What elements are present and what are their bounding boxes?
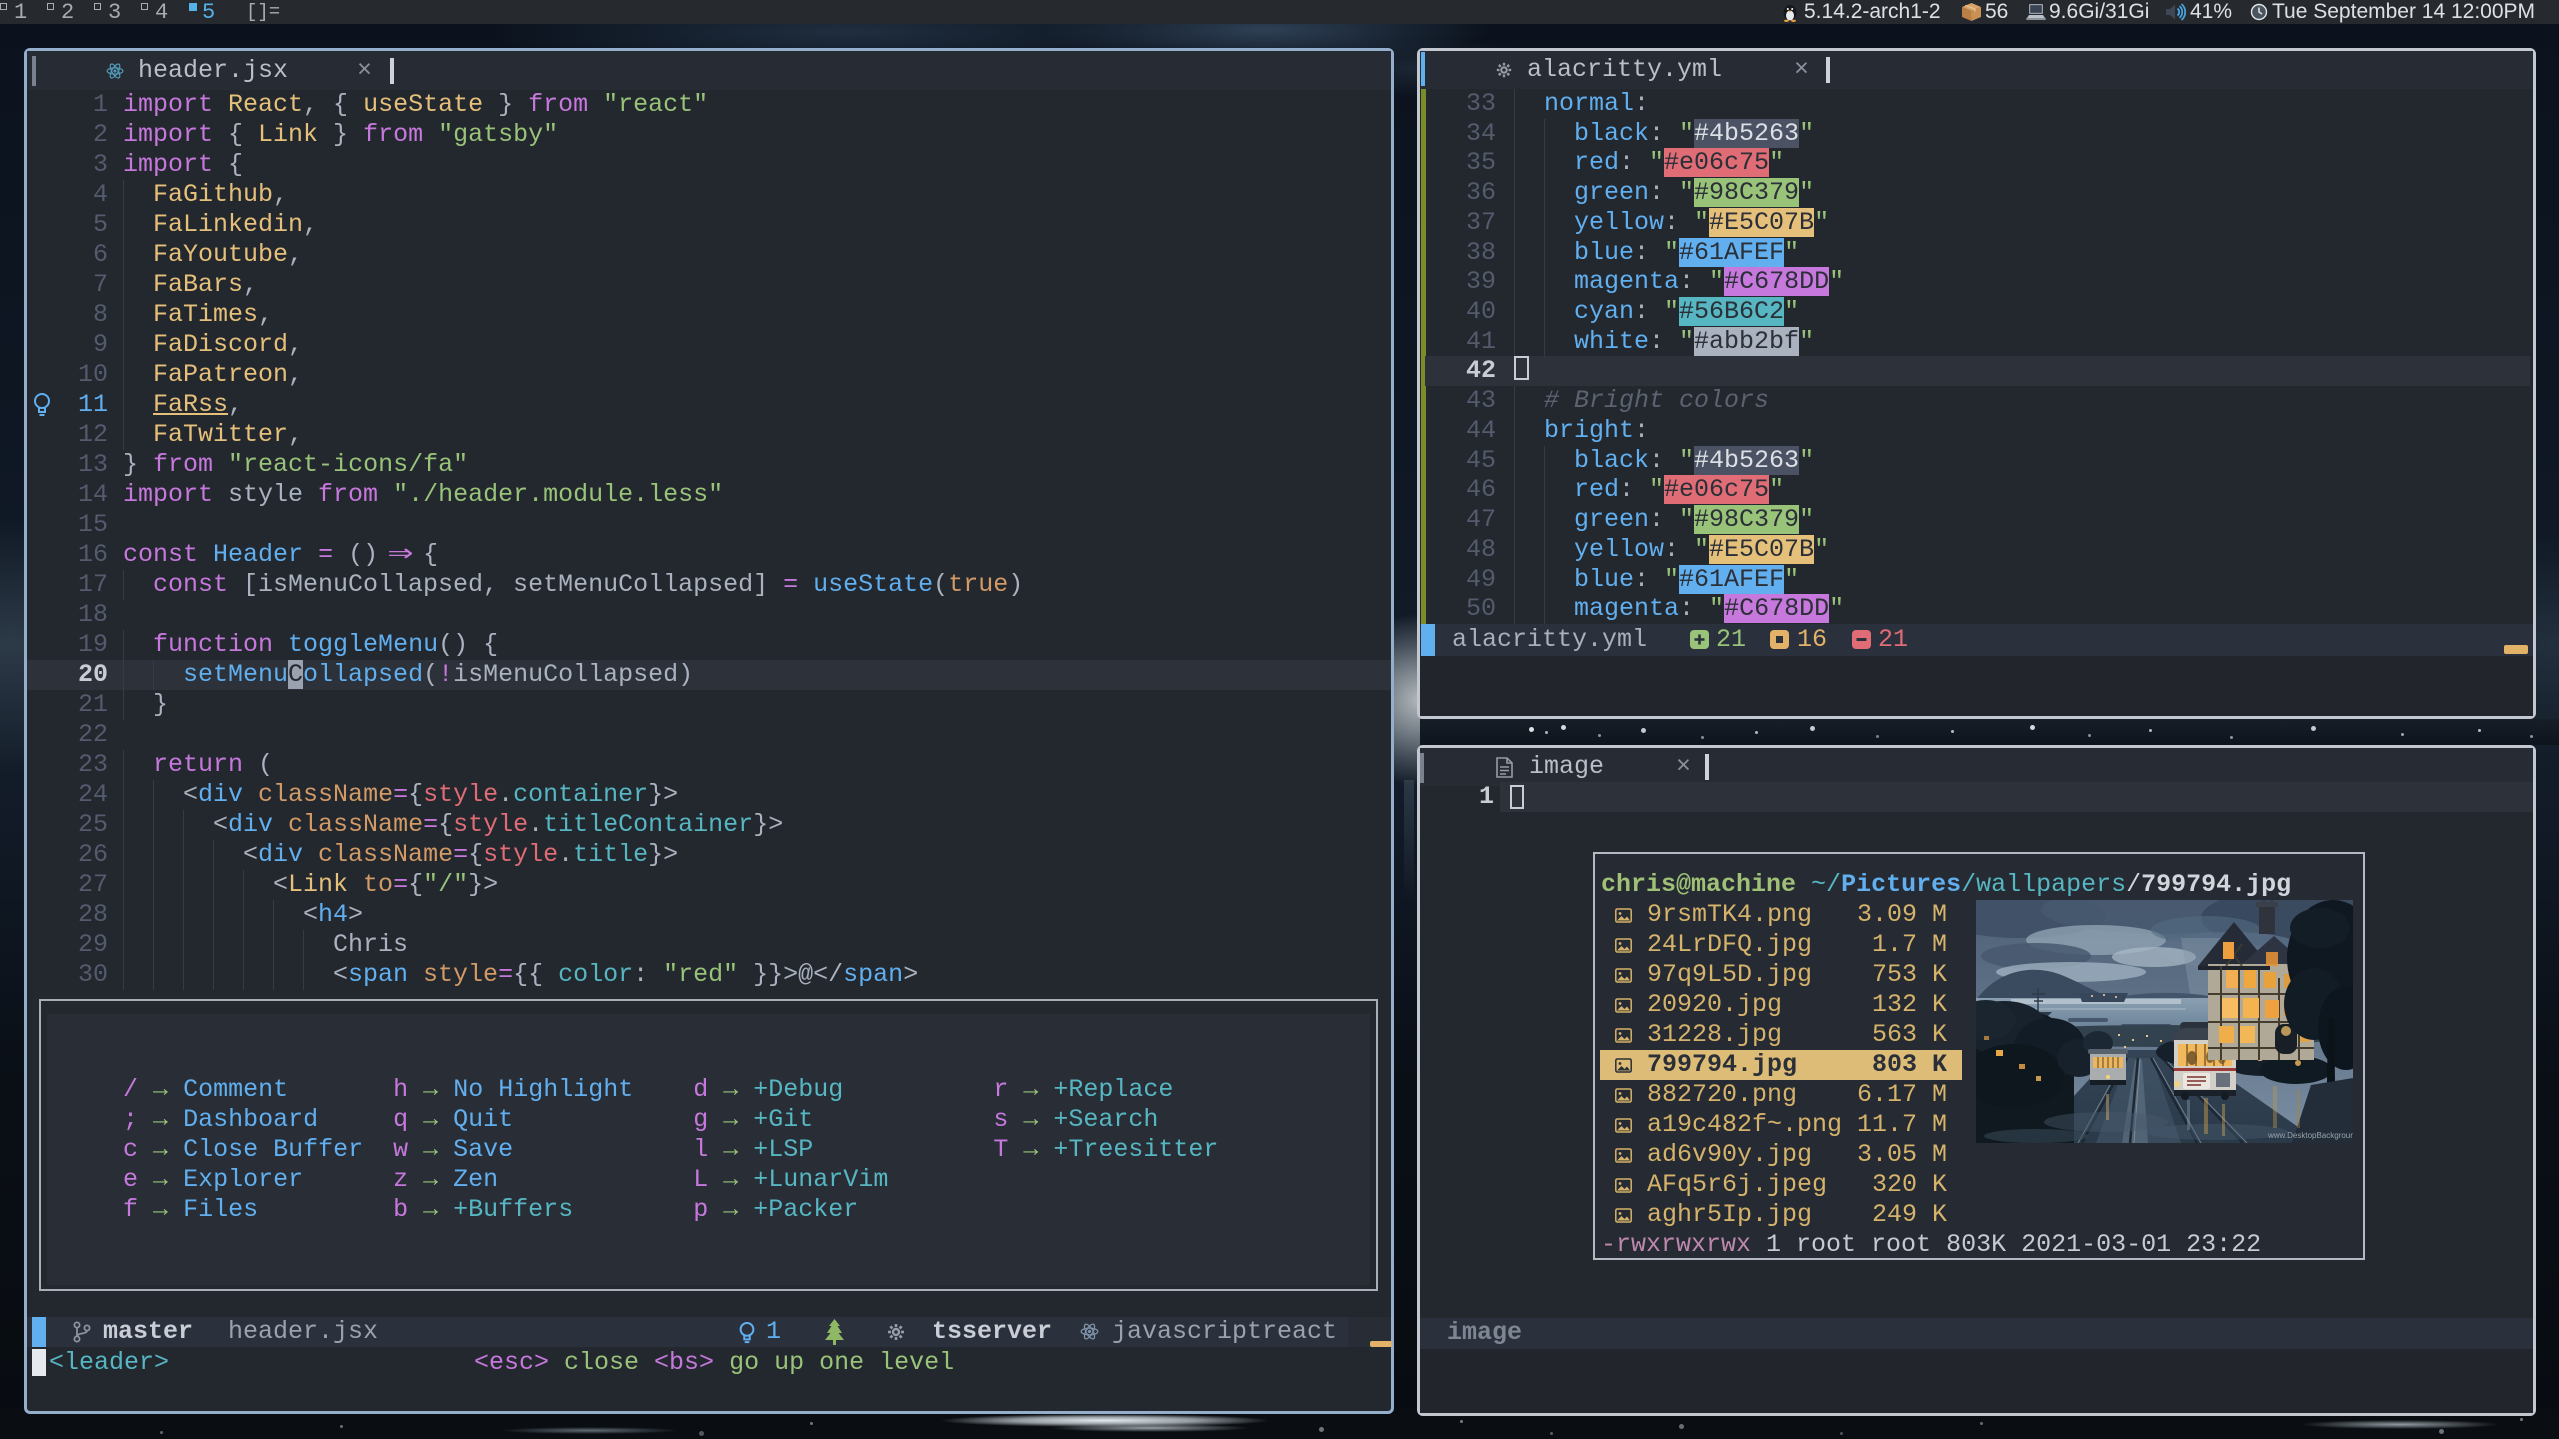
svg-text:www.DesktopBackground.org: www.DesktopBackground.org (2267, 1131, 2353, 1140)
